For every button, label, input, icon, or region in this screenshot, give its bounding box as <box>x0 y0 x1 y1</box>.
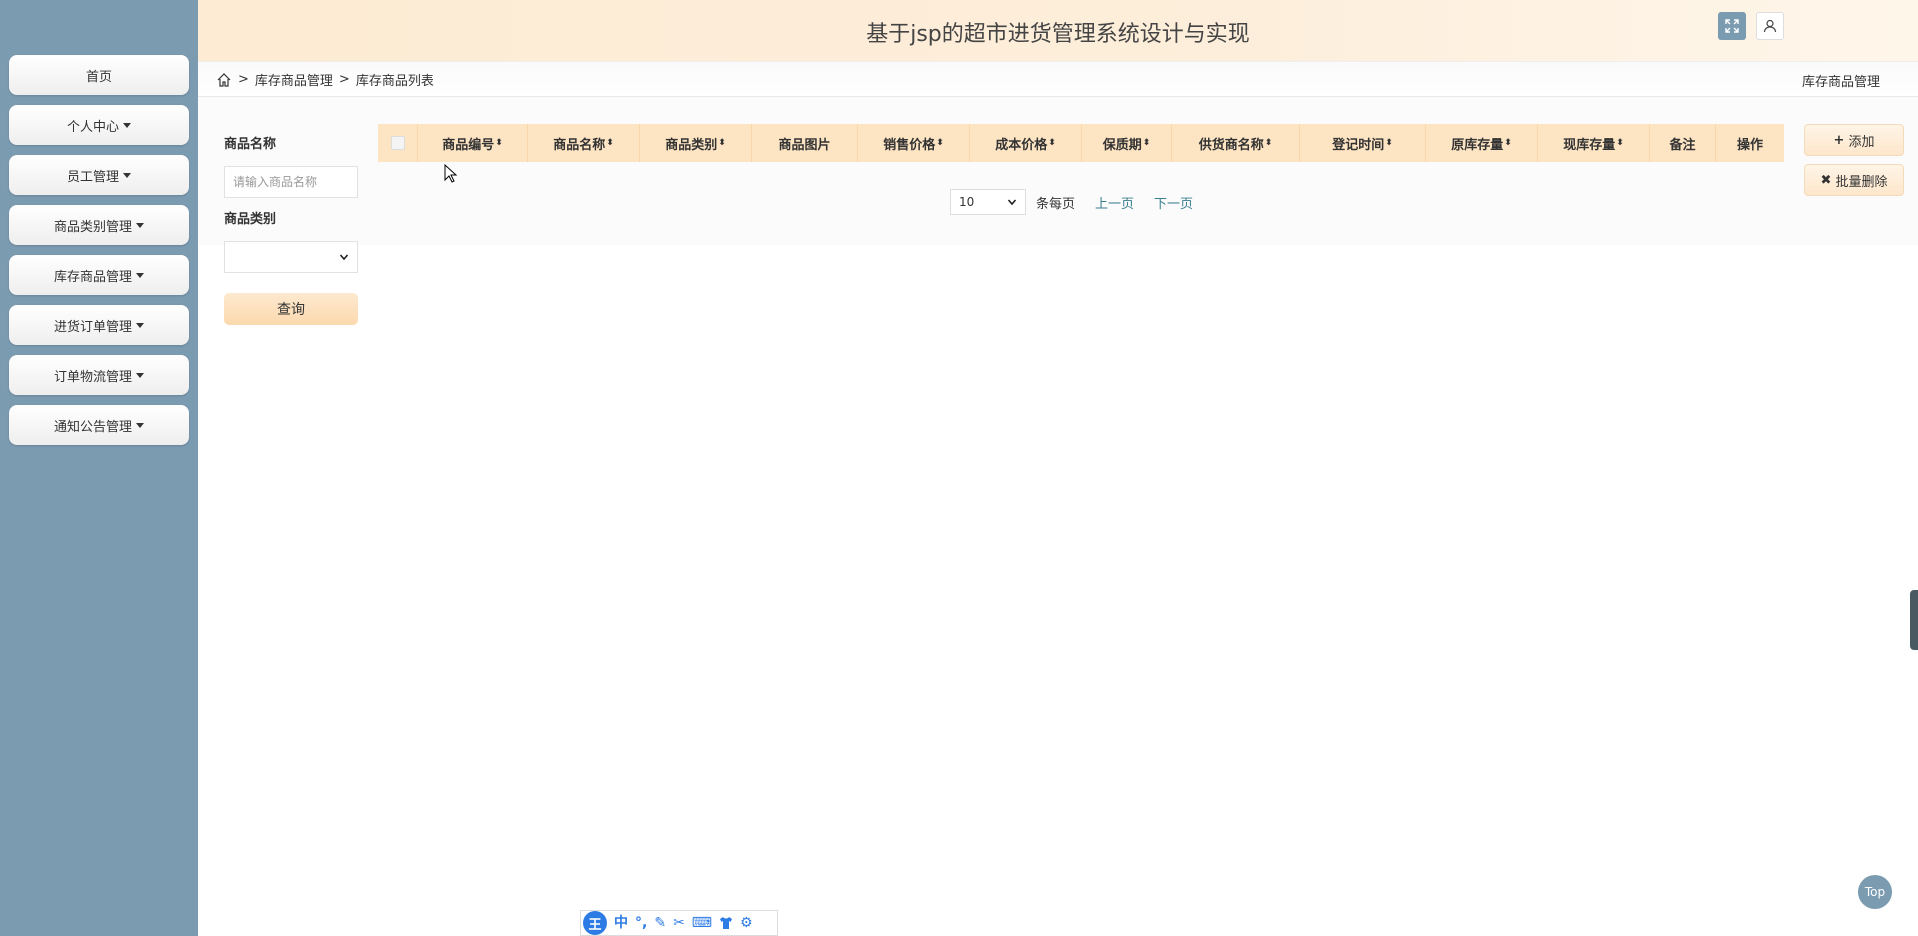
close-icon: ✖ <box>1820 172 1832 188</box>
column-header[interactable]: 保质期 ⬍ <box>1082 124 1172 162</box>
column-header[interactable]: 供货商名称 ⬍ <box>1172 124 1300 162</box>
caret-down-icon <box>136 222 144 228</box>
column-header[interactable]: 现库存量 ⬍ <box>1538 124 1650 162</box>
product-name-label: 商品名称 <box>224 137 277 152</box>
product-name-input[interactable] <box>224 166 358 198</box>
prev-page-link[interactable]: 上一页 <box>1095 193 1134 212</box>
home-icon[interactable] <box>216 72 232 88</box>
sidebar-item-label: 订单物流管理 <box>53 369 132 385</box>
column-header[interactable]: 商品编号 ⬍ <box>418 124 528 162</box>
user-icon <box>1763 19 1777 33</box>
per-page-label: 条每页 <box>1036 196 1076 212</box>
header: 基于jsp的超市进货管理系统设计与实现 <box>198 0 1918 62</box>
pencil-icon[interactable]: ✎ <box>654 916 666 930</box>
sort-icon: ⬍ <box>1264 138 1273 148</box>
sort-icon: ⬍ <box>1385 138 1393 148</box>
page-size-select[interactable]: 10 <box>950 189 1026 215</box>
product-category-select[interactable] <box>224 241 358 273</box>
sidebar-item-label: 进货订单管理 <box>53 319 132 335</box>
sidebar-item-purchase-orders[interactable]: 进货订单管理 <box>9 305 189 345</box>
sort-icon: ⬍ <box>718 138 726 148</box>
sidebar-item-label: 个人中心 <box>66 119 119 135</box>
sort-icon: ⬍ <box>1048 138 1056 148</box>
column-header[interactable]: 商品类别 ⬍ <box>640 124 752 162</box>
section-title: 库存商品管理 <box>1801 75 1880 90</box>
ime-mode-toggle[interactable]: 中 <box>614 916 628 930</box>
fullscreen-button[interactable] <box>1718 12 1746 40</box>
sort-icon: ⬍ <box>495 138 503 148</box>
side-edge-tab[interactable] <box>1910 590 1918 650</box>
caret-down-icon <box>136 272 144 278</box>
keyboard-icon[interactable]: ⌨ <box>692 916 712 930</box>
query-button[interactable]: 查询 <box>224 293 358 325</box>
breadcrumb-separator: > <box>338 72 350 87</box>
plus-icon: + <box>1833 132 1845 148</box>
sidebar-item-employee-management[interactable]: 员工管理 <box>9 155 189 195</box>
fullscreen-icon <box>1725 19 1739 33</box>
scissors-icon[interactable]: ✂ <box>673 916 685 930</box>
sort-icon: ⬍ <box>936 138 944 148</box>
select-all-checkbox[interactable] <box>390 136 405 150</box>
add-button[interactable]: + 添加 <box>1804 124 1904 156</box>
sidebar-item-announcements[interactable]: 通知公告管理 <box>9 405 189 445</box>
mouse-cursor-icon <box>444 164 458 183</box>
ime-toolbar: 王 中 °, ✎ ✂ ⌨ ⚙ <box>580 910 778 936</box>
breadcrumb-separator: > <box>238 72 249 87</box>
chevron-down-icon <box>339 254 349 261</box>
caret-down-icon <box>123 172 131 178</box>
sidebar-item-personal-center[interactable]: 个人中心 <box>9 105 189 145</box>
sort-icon: ⬍ <box>1142 138 1151 148</box>
caret-down-icon <box>123 122 131 128</box>
sidebar-item-category-management[interactable]: 商品类别管理 <box>9 205 189 245</box>
sidebar-item-label: 首页 <box>85 69 112 85</box>
page-size-value: 10 <box>959 195 975 209</box>
page-title: 基于jsp的超市进货管理系统设计与实现 <box>866 22 1250 47</box>
breadcrumb-item-stock-list: 库存商品列表 <box>355 74 434 89</box>
batch-delete-button[interactable]: ✖ 批量删除 <box>1804 164 1904 196</box>
sidebar-item-order-logistics[interactable]: 订单物流管理 <box>9 355 189 395</box>
sidebar-item-home[interactable]: 首页 <box>9 55 189 95</box>
caret-down-icon <box>136 322 144 328</box>
next-page-link[interactable]: 下一页 <box>1154 193 1193 212</box>
caret-down-icon <box>136 372 144 378</box>
sidebar-item-label: 库存商品管理 <box>53 269 132 285</box>
sort-icon: ⬍ <box>1504 138 1512 148</box>
sidebar: 首页 个人中心 员工管理 商品类别管理 库存商品管理 进货订单管理 订单物流管理… <box>0 0 198 936</box>
caret-down-icon <box>136 422 144 428</box>
column-header: 商品图片 <box>752 124 858 162</box>
column-header[interactable]: 原库存量 ⬍ <box>1426 124 1538 162</box>
column-header: 备注 <box>1650 124 1716 162</box>
column-header[interactable]: 商品名称 ⬍ <box>528 124 640 162</box>
table-header: 商品编号 ⬍ 商品名称 ⬍ 商品类别 ⬍ 商品图片 销售价格 ⬍ 成本价格 ⬍ 保质期 ⬍ … <box>378 124 1784 162</box>
column-header[interactable]: 登记时间 ⬍ <box>1300 124 1426 162</box>
user-button[interactable] <box>1756 12 1784 40</box>
breadcrumb-item-stock-management[interactable]: 库存商品管理 <box>255 70 333 89</box>
scroll-top-button[interactable]: Top <box>1858 875 1892 909</box>
sidebar-item-label: 商品类别管理 <box>53 219 132 235</box>
column-header: 操作 <box>1736 137 1763 153</box>
chevron-down-icon <box>1007 199 1017 206</box>
sidebar-item-label: 通知公告管理 <box>53 419 132 435</box>
gear-icon[interactable]: ⚙ <box>740 916 753 930</box>
pagination: 10 条每页 上一页 下一页 <box>950 189 1193 215</box>
breadcrumb: > 库存商品管理 > 库存商品列表 库存商品管理 <box>198 62 1918 97</box>
column-header[interactable]: 成本价格 ⬍ <box>970 124 1082 162</box>
sort-icon: ⬍ <box>606 138 614 148</box>
sort-icon: ⬍ <box>1616 138 1624 148</box>
sidebar-item-label: 员工管理 <box>66 169 119 185</box>
skin-shirt-icon[interactable] <box>719 916 733 930</box>
ime-punctuation-toggle[interactable]: °, <box>635 916 647 930</box>
column-header[interactable]: 销售价格 ⬍ <box>858 124 970 162</box>
select-all-cell <box>378 124 418 162</box>
sidebar-item-stock-management[interactable]: 库存商品管理 <box>9 255 189 295</box>
ime-logo[interactable]: 王 <box>583 911 607 935</box>
product-category-label: 商品类别 <box>224 212 277 227</box>
